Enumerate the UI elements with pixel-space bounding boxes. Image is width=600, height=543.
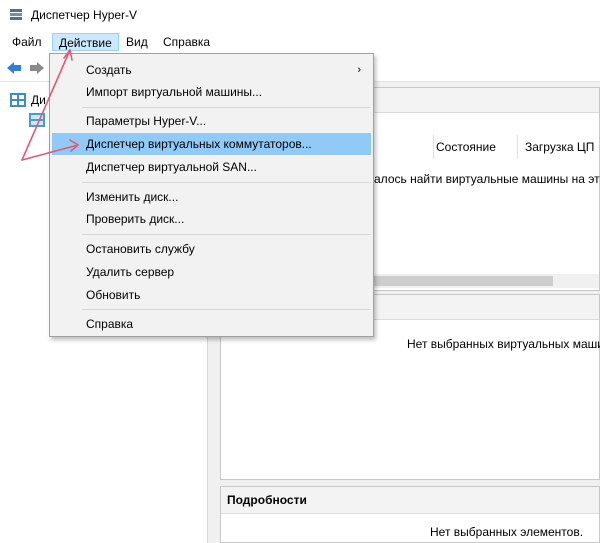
column-separator — [517, 135, 518, 159]
menu-separator — [82, 107, 371, 108]
server-icon[interactable] — [29, 113, 45, 127]
vm-list-empty-message: далось найти виртуальные машины на это — [367, 172, 600, 186]
title-bar: Диспетчер Hyper-V — [0, 0, 600, 30]
menu-item-virtual-switch-manager[interactable]: Диспетчер виртуальных коммутаторов... — [52, 133, 371, 155]
menu-bar: Файл Действие Вид Справка — [0, 31, 600, 53]
column-state[interactable]: Состояние — [436, 135, 496, 159]
hyper-v-app-icon — [10, 9, 22, 20]
details-panel: Подробности Нет выбранных элементов. — [220, 486, 600, 543]
menu-view[interactable]: Вид — [120, 33, 154, 51]
forward-arrow-icon[interactable] — [28, 59, 46, 77]
column-cpu[interactable]: Загрузка ЦП — [525, 135, 595, 159]
window-title: Диспетчер Hyper-V — [31, 8, 138, 22]
menu-item-hyper-v-settings[interactable]: Параметры Hyper-V... — [52, 110, 371, 132]
tree-root-label[interactable]: Ди — [31, 93, 46, 107]
submenu-arrow-icon: › — [357, 64, 361, 76]
details-title: Подробности — [227, 493, 307, 507]
hyper-v-manager-icon — [10, 93, 26, 107]
menu-item-help[interactable]: Справка — [52, 313, 371, 335]
details-empty-message: Нет выбранных элементов. — [430, 525, 584, 539]
details-header: Подробности — [221, 487, 599, 514]
menu-separator — [82, 182, 371, 183]
menu-item-edit-disk[interactable]: Изменить диск... — [52, 186, 371, 208]
menu-item-stop-service[interactable]: Остановить службу — [52, 238, 371, 260]
menu-separator — [82, 234, 371, 235]
menu-item-virtual-san-manager[interactable]: Диспетчер виртуальной SAN... — [52, 156, 371, 178]
menu-separator — [82, 309, 371, 310]
menu-item-import-vm[interactable]: Импорт виртуальной машины... — [52, 81, 371, 103]
action-menu-dropdown: Создать › Импорт виртуальной машины... П… — [49, 53, 374, 337]
menu-item-inspect-disk[interactable]: Проверить диск... — [52, 208, 371, 230]
checkpoints-empty-message: Нет выбранных виртуальных машин — [407, 337, 600, 351]
menu-file[interactable]: Файл — [6, 33, 48, 51]
menu-help[interactable]: Справка — [157, 33, 216, 51]
back-arrow-icon[interactable] — [5, 59, 23, 77]
menu-item-remove-server[interactable]: Удалить сервер — [52, 261, 371, 283]
menu-item-create[interactable]: Создать › — [52, 59, 371, 81]
menu-item-label: Создать — [86, 63, 132, 77]
column-separator — [433, 135, 434, 159]
menu-action[interactable]: Действие — [52, 33, 119, 51]
menu-item-refresh[interactable]: Обновить — [52, 284, 371, 306]
